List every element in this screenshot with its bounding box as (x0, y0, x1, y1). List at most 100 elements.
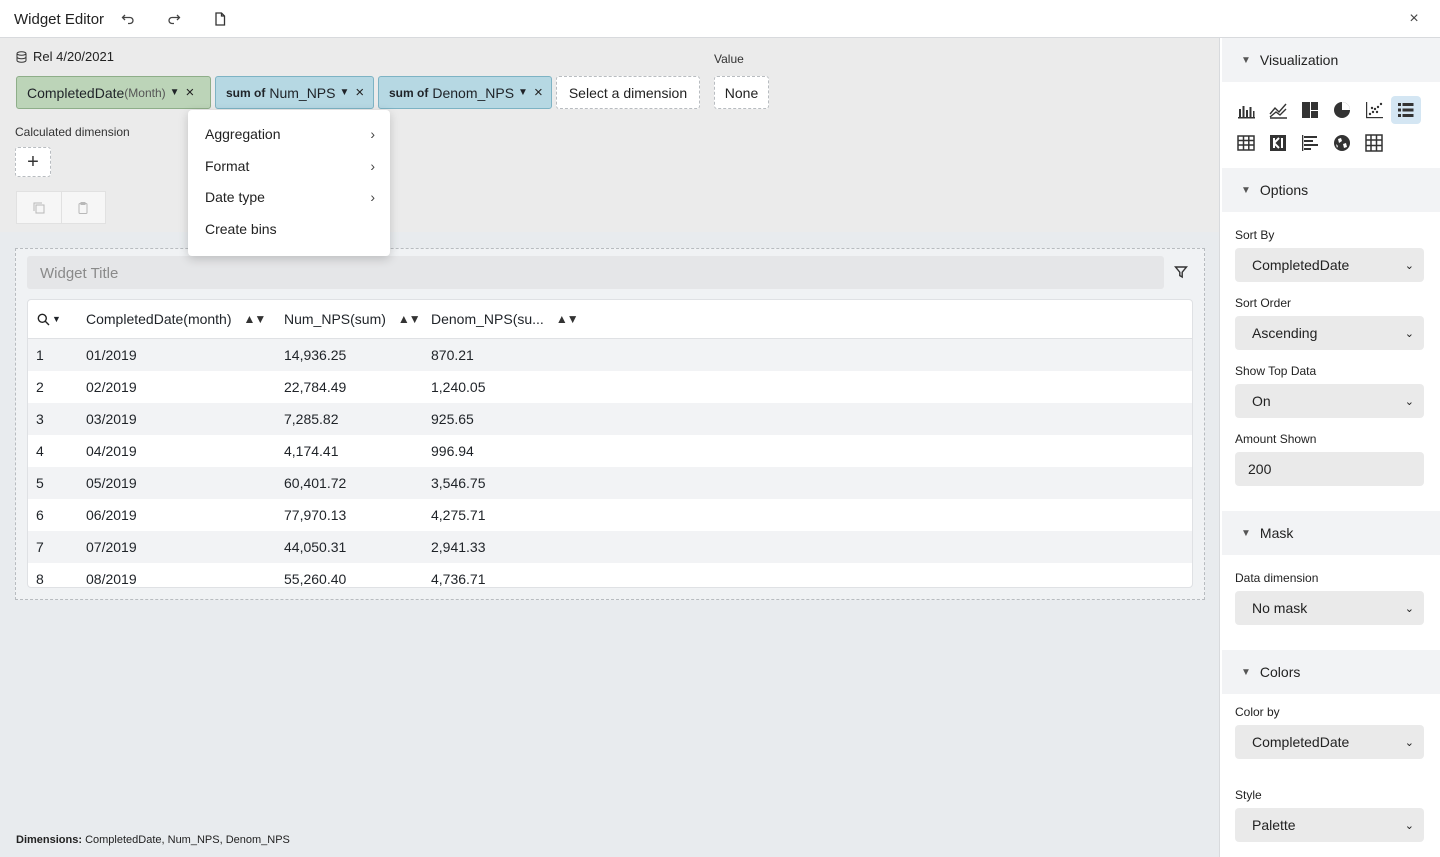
pie-chart-icon[interactable] (1331, 99, 1353, 121)
kpi-icon[interactable] (1267, 132, 1289, 154)
line-chart-icon[interactable] (1267, 99, 1289, 121)
row-index: 2 (36, 379, 44, 395)
table-search-header[interactable]: ▼ (37, 300, 61, 338)
collapse-icon[interactable]: ▼ (1241, 528, 1251, 539)
add-calculated-dimension-button[interactable]: + (15, 147, 51, 177)
chevron-down-icon: ⌄ (1404, 736, 1414, 749)
redo-icon[interactable] (164, 9, 184, 29)
show-top-data-select[interactable]: On ⌄ (1235, 384, 1424, 418)
collapse-icon[interactable]: ▼ (1241, 55, 1251, 66)
sort-icon[interactable]: ▲▼ (244, 312, 267, 326)
amount-shown-label: Amount Shown (1235, 432, 1317, 446)
select-value: On (1252, 393, 1271, 409)
map-icon[interactable] (1331, 132, 1353, 154)
clipboard-actions (16, 191, 106, 224)
table-row: 4 04/2019 4,174.41 996.94 (28, 435, 1192, 467)
section-mask[interactable]: ▼ Mask (1222, 511, 1440, 555)
cell-num-nps: 4,174.41 (284, 443, 339, 459)
caret-down-icon[interactable]: ▼ (170, 87, 180, 98)
measure-chip-num-nps[interactable]: sum of Num_NPS ▼ × (215, 76, 374, 109)
sort-icon[interactable]: ▲▼ (556, 312, 579, 326)
data-dimension-select[interactable]: No mask ⌄ (1235, 591, 1424, 625)
section-title: Options (1259, 182, 1309, 198)
sort-order-select[interactable]: Ascending ⌄ (1235, 316, 1424, 350)
menu-item-label: Create bins (205, 221, 277, 237)
column-header[interactable]: Num_NPS(sum) ▲▼ (284, 300, 421, 338)
undo-icon[interactable] (118, 9, 138, 29)
menu-item-date-type[interactable]: Date type › (205, 189, 375, 205)
chevron-right-icon: › (370, 189, 375, 205)
file-icon[interactable] (210, 9, 230, 29)
widget-title-input[interactable]: Widget Title (27, 256, 1164, 289)
menu-item-aggregation[interactable]: Aggregation › (205, 126, 375, 142)
chevron-down-icon: ⌄ (1404, 602, 1414, 615)
select-value: No mask (1252, 600, 1308, 616)
pivot-table-icon[interactable] (1363, 132, 1385, 154)
caret-down-icon[interactable]: ▼ (52, 314, 61, 324)
menu-item-format[interactable]: Format › (205, 158, 375, 174)
select-value: CompletedDate (1252, 257, 1350, 273)
cell-date: 03/2019 (86, 411, 137, 427)
remove-icon[interactable]: × (186, 84, 195, 101)
measure-chip-denom-nps[interactable]: sum of Denom_NPS ▼ × (378, 76, 552, 109)
bar-chart-icon[interactable] (1235, 99, 1257, 121)
row-index: 6 (36, 507, 44, 523)
column-header[interactable]: CompletedDate(month) ▲▼ (86, 300, 267, 338)
app-title: Widget Editor (14, 11, 105, 28)
cell-denom-nps: 4,736.71 (431, 571, 486, 587)
datasource-label: Rel 4/20/2021 (33, 49, 114, 64)
scatter-chart-icon[interactable] (1363, 99, 1385, 121)
table-row: 7 07/2019 44,050.31 2,941.33 (28, 531, 1192, 563)
cell-num-nps: 44,050.31 (284, 539, 347, 555)
chip-label: CompletedDate (27, 84, 125, 101)
sort-icon[interactable]: ▲▼ (398, 312, 421, 326)
caret-down-icon[interactable]: ▼ (518, 87, 528, 98)
section-colors[interactable]: ▼ Colors (1222, 650, 1440, 694)
section-options[interactable]: ▼ Options (1222, 168, 1440, 212)
chevron-down-icon: ⌄ (1404, 395, 1414, 408)
cell-date: 02/2019 (86, 379, 137, 395)
cell-date: 07/2019 (86, 539, 137, 555)
close-icon[interactable]: × (1404, 9, 1424, 29)
row-index: 3 (36, 411, 44, 427)
section-title: Colors (1259, 664, 1301, 680)
cell-date: 08/2019 (86, 571, 137, 587)
cell-denom-nps: 2,941.33 (431, 539, 486, 555)
row-index: 8 (36, 571, 44, 587)
select-dimension-button[interactable]: Select a dimension (556, 76, 700, 109)
search-icon[interactable] (37, 313, 50, 326)
menu-item-label: Aggregation (205, 126, 281, 142)
remove-icon[interactable]: × (355, 84, 364, 101)
row-index: 5 (36, 475, 44, 491)
table-row: 1 01/2019 14,936.25 870.21 (28, 339, 1192, 371)
table-row: 2 02/2019 22,784.49 1,240.05 (28, 371, 1192, 403)
color-by-select[interactable]: CompletedDate ⌄ (1235, 725, 1424, 759)
caret-down-icon[interactable]: ▼ (339, 87, 349, 98)
copy-icon[interactable] (17, 192, 62, 223)
top-bar: Widget Editor × (0, 0, 1440, 38)
cell-denom-nps: 925.65 (431, 411, 474, 427)
list-icon[interactable] (1391, 96, 1421, 124)
menu-item-create-bins[interactable]: Create bins (205, 221, 375, 237)
column-header[interactable]: Denom_NPS(su... ▲▼ (431, 300, 579, 338)
section-visualization[interactable]: ▼ Visualization (1222, 38, 1440, 82)
value-select-button[interactable]: None (714, 76, 769, 109)
horizontal-bar-icon[interactable] (1299, 132, 1321, 154)
amount-shown-input[interactable]: 200 (1235, 452, 1424, 486)
paste-icon[interactable] (62, 192, 106, 223)
column-header-label: CompletedDate(month) (86, 311, 232, 327)
collapse-icon[interactable]: ▼ (1241, 185, 1251, 196)
dimension-chip-completeddate[interactable]: CompletedDate (Month) ▼ × (16, 76, 211, 109)
sort-by-select[interactable]: CompletedDate ⌄ (1235, 248, 1424, 282)
style-select[interactable]: Palette ⌄ (1235, 808, 1424, 842)
filter-icon[interactable] (1172, 263, 1190, 281)
cell-date: 05/2019 (86, 475, 137, 491)
collapse-icon[interactable]: ▼ (1241, 667, 1251, 678)
chevron-right-icon: › (370, 126, 375, 142)
table-icon[interactable] (1235, 132, 1257, 154)
remove-icon[interactable]: × (534, 84, 543, 101)
cell-num-nps: 55,260.40 (284, 571, 347, 587)
cell-num-nps: 14,936.25 (284, 347, 347, 363)
chip-aggregation: sum of (389, 85, 429, 100)
treemap-icon[interactable] (1299, 99, 1321, 121)
